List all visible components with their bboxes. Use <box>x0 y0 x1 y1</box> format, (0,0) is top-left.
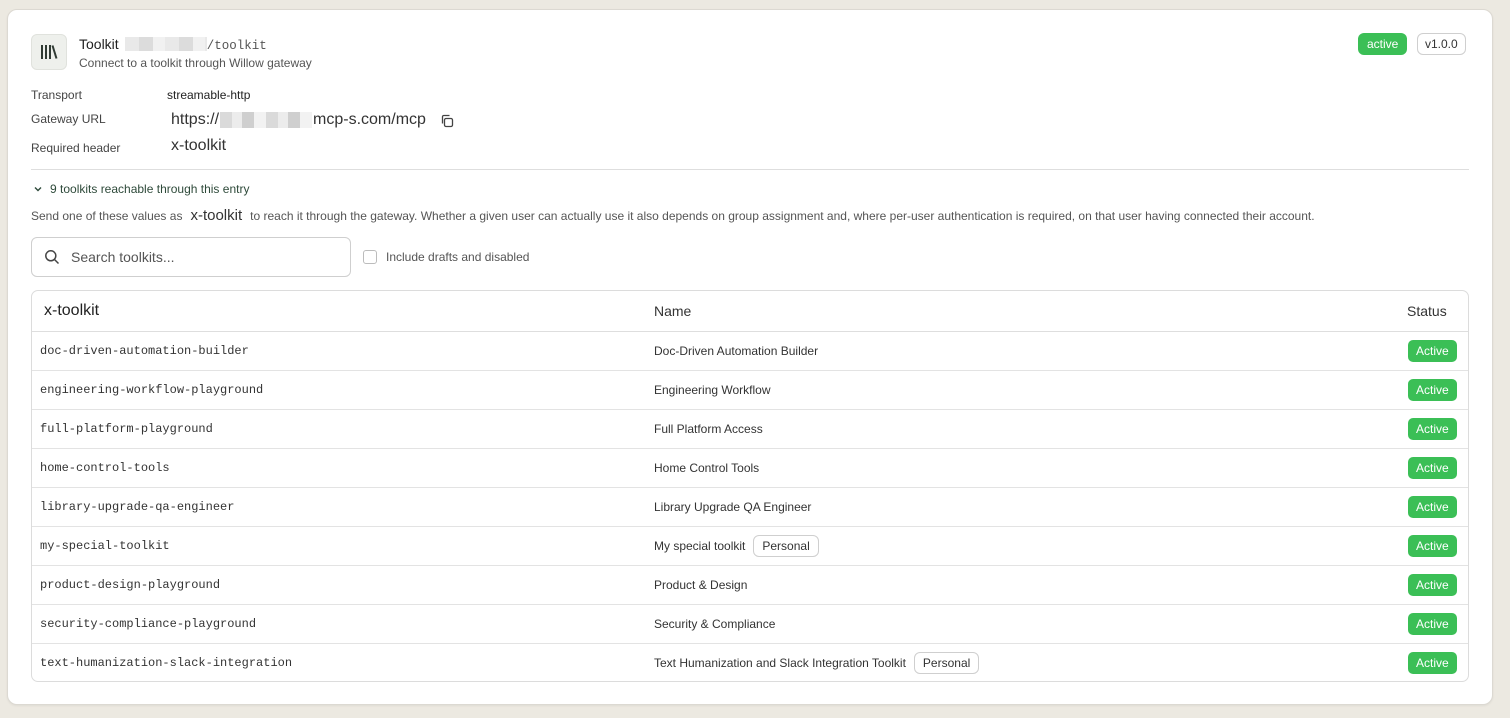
toolkit-name-cell: Text Humanization and Slack Integration … <box>654 644 980 681</box>
status-badge: Active <box>1408 535 1457 557</box>
toolkit-name: Full Platform Access <box>654 422 763 436</box>
toolkit-name: My special toolkit <box>654 539 746 553</box>
gateway-url-prefix: https:// <box>171 111 220 128</box>
library-icon <box>31 34 67 70</box>
table-row[interactable]: text-humanization-slack-integration Text … <box>32 644 1468 681</box>
column-header-key: x-toolkit <box>44 302 100 319</box>
divider <box>31 169 1469 170</box>
personal-badge: Personal <box>913 652 980 674</box>
copy-icon[interactable] <box>440 114 456 130</box>
toolkit-name-cell: Security & Compliance <box>654 605 775 643</box>
status-badge: Active <box>1408 340 1457 362</box>
toolkit-name-cell: Doc-Driven Automation Builder <box>654 332 818 370</box>
include-drafts-checkbox[interactable] <box>363 250 377 264</box>
required-header-value: x-toolkit <box>171 137 227 154</box>
gateway-url-suffix: mcp-s.com/mcp <box>313 111 426 128</box>
personal-badge: Personal <box>753 535 819 557</box>
status-badge: Active <box>1408 418 1457 440</box>
toolkit-key: library-upgrade-qa-engineer <box>40 500 235 514</box>
toolkit-key: security-compliance-playground <box>40 617 257 631</box>
page-title: Toolkit <box>79 36 119 52</box>
toolkit-name: Library Upgrade QA Engineer <box>654 500 812 514</box>
page-subtitle: Connect to a toolkit through Willow gate… <box>79 56 312 70</box>
table-row[interactable]: full-platform-playground Full Platform Ac… <box>32 410 1468 449</box>
column-header-status: Status <box>1407 303 1447 319</box>
redacted-text <box>220 112 313 128</box>
table-row[interactable]: my-special-toolkit My special toolkit Pers… <box>32 527 1468 566</box>
reach-description: Send one of these values as x-toolkit to… <box>31 207 1315 224</box>
status-badge: Active <box>1408 457 1457 479</box>
search-input[interactable] <box>69 248 333 266</box>
required-header-label: Required header <box>31 141 121 155</box>
status-badge: Active <box>1408 652 1457 674</box>
toolkit-key: engineering-workflow-playground <box>40 383 264 397</box>
table-body: doc-driven-automation-builder Doc-Driven … <box>32 332 1468 681</box>
table-row[interactable]: security-compliance-playground Security &… <box>32 605 1468 644</box>
status-badge: Active <box>1408 379 1457 401</box>
toolkit-key: text-humanization-slack-integration <box>40 656 293 670</box>
search-box[interactable] <box>31 237 351 277</box>
column-header-name: Name <box>654 303 692 319</box>
toolkit-key: home-control-tools <box>40 461 170 475</box>
toolkit-key: full-platform-playground <box>40 422 213 436</box>
status-badge: Active <box>1408 613 1457 635</box>
toolkit-name: Doc-Driven Automation Builder <box>654 344 819 358</box>
table-row[interactable]: product-design-playground Product & Desig… <box>32 566 1468 605</box>
table-row[interactable]: home-control-tools Home Control Tools Acti… <box>32 449 1468 488</box>
toolkit-name-cell: Library Upgrade QA Engineer <box>654 488 811 526</box>
toolkit-name-cell: Home Control Tools <box>654 449 759 487</box>
chevron-down-icon <box>34 187 42 192</box>
toolkit-name: Text Humanization and Slack Integration … <box>654 656 906 670</box>
toolkits-table: x-toolkit Name Status doc-driven-automat… <box>31 290 1469 682</box>
status-badge: Active <box>1408 496 1457 518</box>
include-drafts-option[interactable]: Include drafts and disabled <box>363 250 529 264</box>
toolkit-name-cell: Product & Design <box>654 566 747 604</box>
toolkit-name: Home Control Tools <box>654 461 760 475</box>
table-row[interactable]: engineering-workflow-playground Engineeri… <box>32 371 1468 410</box>
redacted-text <box>124 37 207 51</box>
toolkit-card: Toolkit /toolkit Connect to a toolkit th… <box>7 9 1493 705</box>
reachable-toolkits-label: 9 toolkits reachable through this entry <box>50 182 250 196</box>
toolkit-name-cell: Full Platform Access <box>654 410 763 448</box>
toolkit-name-cell: Engineering Workflow <box>654 371 771 409</box>
desc-code: x-toolkit <box>190 207 243 224</box>
status-badge: active <box>1358 33 1408 55</box>
toolkit-name: Engineering Workflow <box>654 383 771 397</box>
desc-after: to reach it through the gateway. Whether… <box>250 208 1315 223</box>
toolkit-key: my-special-toolkit <box>40 539 170 553</box>
status-badge: Active <box>1408 574 1457 596</box>
toolkit-name: Product & Design <box>654 578 748 592</box>
version-badge: v1.0.0 <box>1417 33 1466 55</box>
include-drafts-label: Include drafts and disabled <box>386 250 530 264</box>
table-row[interactable]: library-upgrade-qa-engineer Library Upgra… <box>32 488 1468 527</box>
table-header: x-toolkit Name Status <box>32 291 1468 332</box>
desc-before: Send one of these values as <box>31 208 183 223</box>
toolkit-key: doc-driven-automation-builder <box>40 344 249 358</box>
reachable-toolkits-toggle[interactable]: 9 toolkits reachable through this entry <box>33 182 249 196</box>
search-icon <box>45 250 60 265</box>
gateway-url-value: https:// mcp-s.com/mcp <box>171 111 426 129</box>
transport-value: streamable-http <box>167 88 251 102</box>
gateway-url-label: Gateway URL <box>31 112 106 126</box>
transport-label: Transport <box>31 88 82 102</box>
toolkit-key: product-design-playground <box>40 578 221 592</box>
toolkit-path: /toolkit <box>206 39 267 53</box>
toolkit-name: Security & Compliance <box>654 617 776 631</box>
title-row: Toolkit /toolkit <box>79 35 267 53</box>
toolkit-name-cell: My special toolkit Personal <box>654 527 819 565</box>
table-row[interactable]: doc-driven-automation-builder Doc-Driven … <box>32 332 1468 371</box>
